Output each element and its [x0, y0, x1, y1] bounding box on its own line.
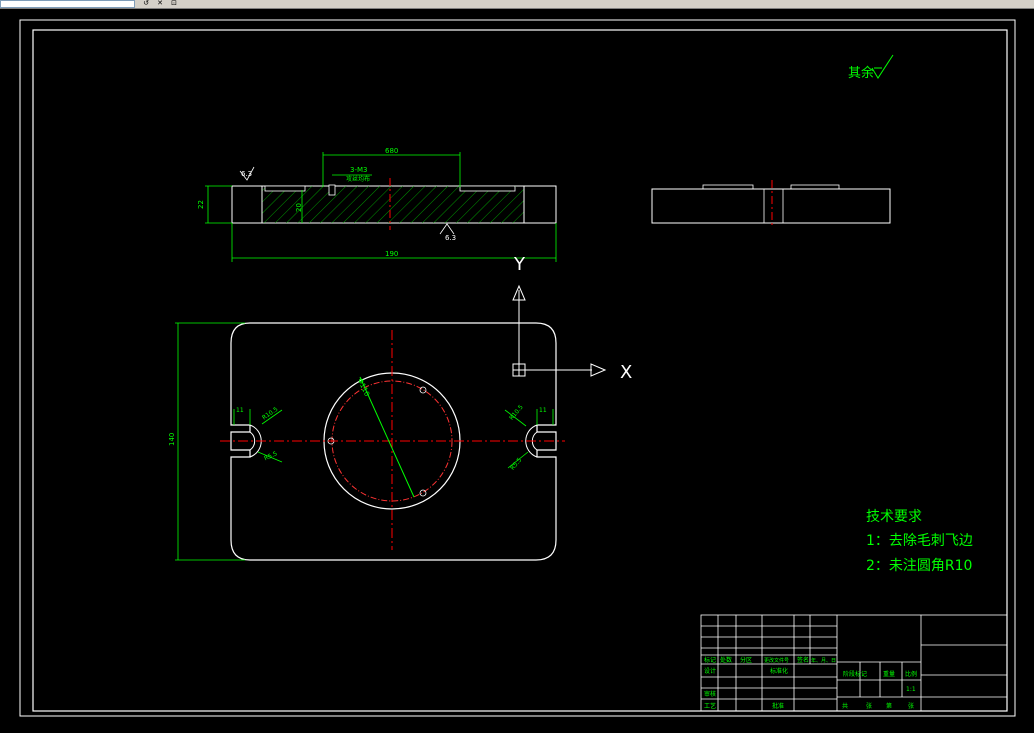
- tb-sign: 签名: [797, 656, 809, 664]
- tb-review: 审核: [704, 690, 716, 698]
- roughness-note: 其余: [848, 54, 894, 81]
- snap-button[interactable]: ⊡: [168, 0, 180, 7]
- outer-frame: [19, 19, 1016, 717]
- ucs-icon: X Y: [512, 254, 632, 383]
- tb-mark: 标记: [704, 656, 716, 664]
- tb-approve: 批准: [772, 702, 784, 710]
- ucs-y-label: Y: [513, 254, 526, 275]
- tb-scale: 比例: [905, 670, 917, 678]
- plan-view: Φ110 140 11 R10.5 R5.5 11 R10.5 R5.5: [168, 322, 565, 561]
- toolbar: ↺ ✕ ⊡: [0, 0, 1034, 9]
- slot-left-width: 11: [236, 407, 244, 414]
- dim-total-width: 190: [385, 250, 398, 258]
- tb-date: 年、月、日: [811, 657, 836, 664]
- slot-left-r2: R5.5: [263, 450, 279, 462]
- ucs-x-label: X: [620, 362, 632, 383]
- tech-title: 技术要求: [866, 509, 922, 525]
- tb-sheet-unit1: 张: [866, 702, 872, 710]
- tb-standardize: 标准化: [770, 667, 788, 675]
- slot-right-r2: R5.5: [509, 456, 523, 471]
- tb-count: 处数: [720, 656, 732, 664]
- tech-item-1: 1：去除毛刺飞边: [866, 533, 973, 549]
- hole-note-1: 3-M3: [350, 166, 367, 174]
- tech-requirements: 技术要求 1：去除毛刺飞边 2：未注圆角R10: [866, 509, 973, 574]
- roughness-label: 其余: [848, 65, 874, 81]
- tb-stage: 阶段标记: [843, 670, 867, 678]
- drawing-canvas[interactable]: 其余 680 3-M3 攻丝均布 22 20 190 6.3 6.3 X Y Φ…: [0, 9, 1034, 733]
- hole-note-2: 攻丝均布: [346, 175, 370, 183]
- dim-height: 22: [197, 200, 205, 209]
- tb-scale-value: 1:1: [906, 686, 916, 693]
- tb-sheet-total: 共: [842, 702, 848, 710]
- tb-weight: 重量: [883, 670, 895, 678]
- surface-bottom: 6.3: [445, 234, 456, 242]
- section-view: 680 3-M3 攻丝均布 22 20 190 6.3 6.3: [197, 147, 557, 262]
- tb-process: 工艺: [704, 702, 716, 710]
- tb-design: 设计: [704, 667, 716, 675]
- dim-inner-height: 20: [295, 203, 303, 212]
- tb-zone: 分区: [740, 656, 752, 664]
- undo-button[interactable]: ↺: [140, 0, 152, 7]
- slot-right-width: 11: [539, 407, 547, 414]
- side-view: [651, 180, 891, 228]
- roughness-symbol-icon: [871, 54, 894, 79]
- cad-drawing: 其余 680 3-M3 攻丝均布 22 20 190 6.3 6.3 X Y Φ…: [19, 19, 1016, 717]
- tb-sheet-no: 第: [886, 702, 892, 710]
- tb-sheet-unit2: 张: [908, 702, 914, 710]
- command-input[interactable]: [0, 0, 135, 8]
- surface-left: 6.3: [241, 170, 252, 178]
- dim-top-width: 680: [385, 147, 398, 155]
- plan-dim-height: 140: [168, 433, 176, 446]
- tb-change-doc: 更改文件号: [764, 657, 789, 664]
- close-button[interactable]: ✕: [154, 0, 166, 7]
- tech-item-2: 2：未注圆角R10: [866, 558, 972, 574]
- surface-bottom-icon: [439, 223, 455, 235]
- circle-diameter: Φ110: [356, 377, 371, 397]
